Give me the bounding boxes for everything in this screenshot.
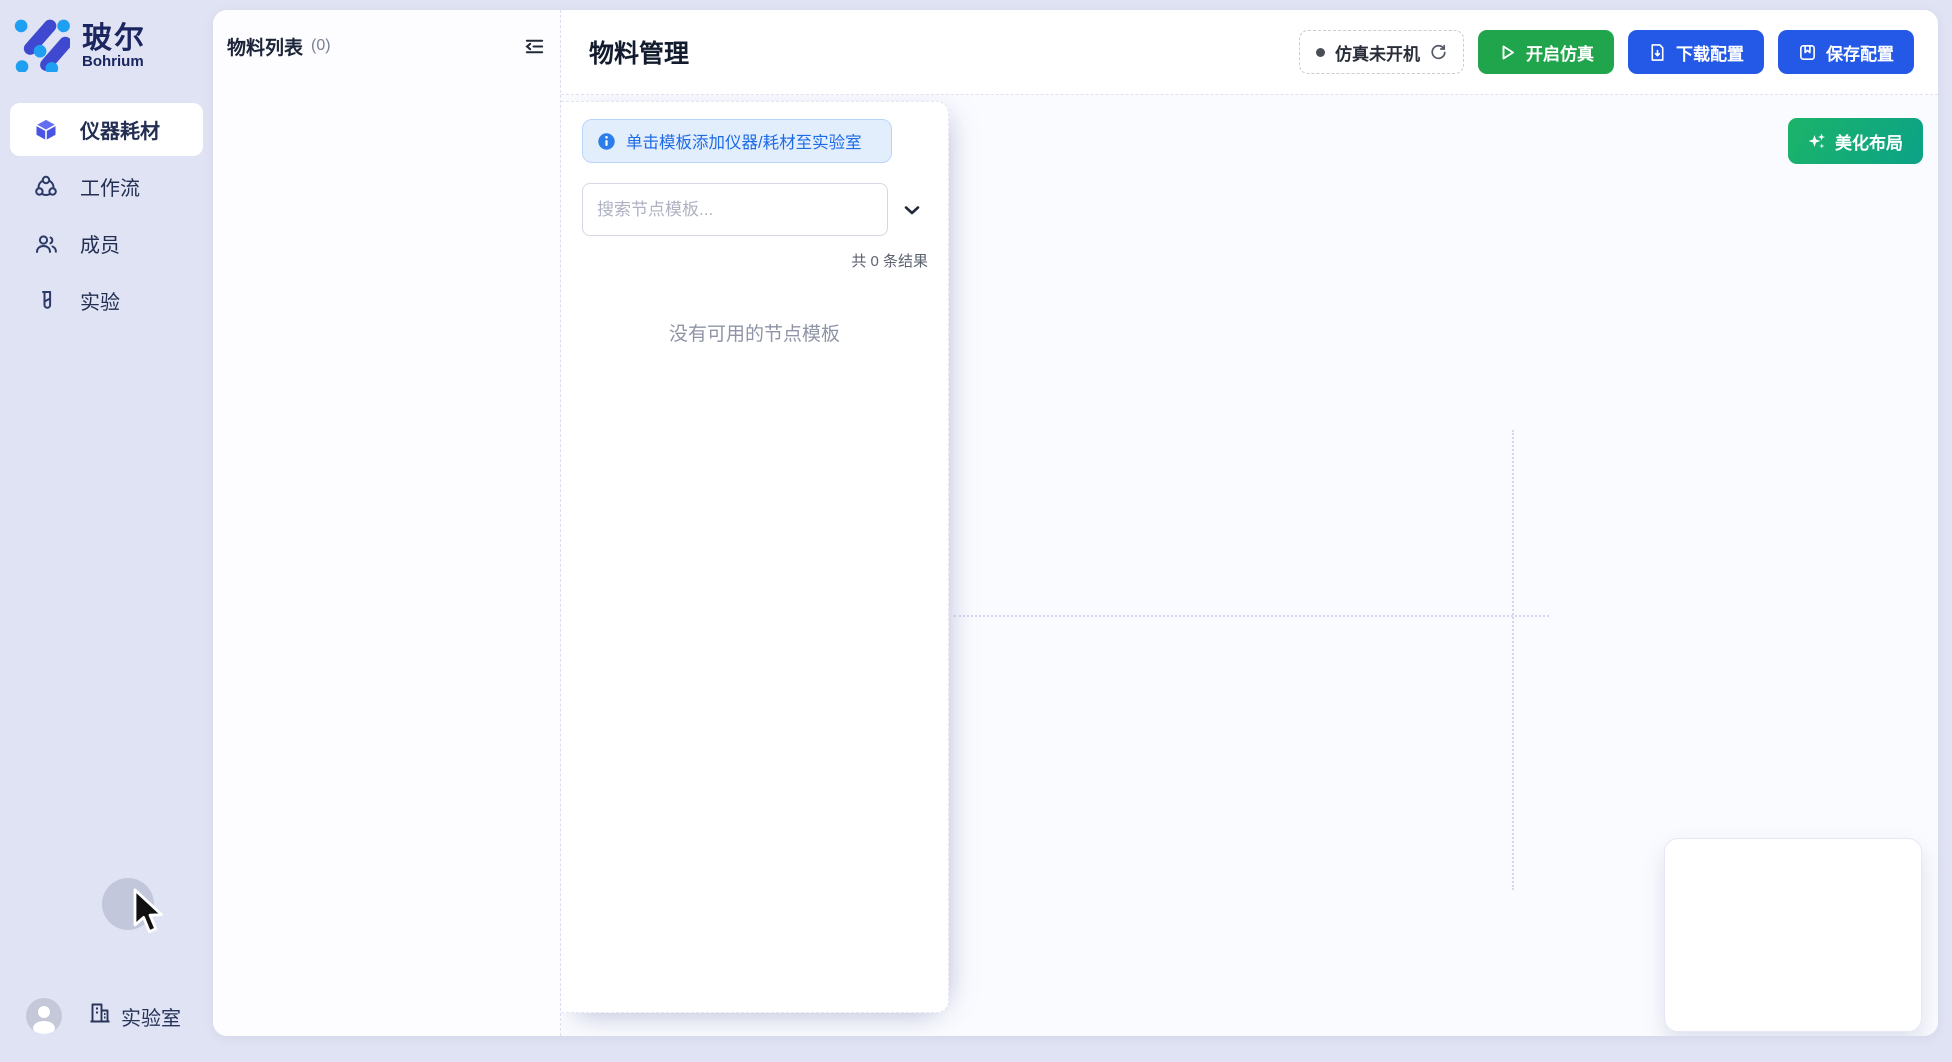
- template-hint-banner[interactable]: 单击模板添加仪器/耗材至实验室: [582, 119, 892, 163]
- material-list-title: 物料列表: [227, 33, 303, 60]
- mouse-cursor: [127, 888, 171, 943]
- sidebar-item-label: 仪器耗材: [80, 115, 160, 144]
- empty-templates-text: 没有可用的节点模板: [561, 319, 948, 346]
- status-dot-icon: [1316, 48, 1325, 57]
- template-hint-text: 单击模板添加仪器/耗材至实验室: [626, 129, 862, 153]
- brand-name-en: Bohrium: [82, 54, 146, 70]
- workflow-canvas[interactable]: 美化布局 单击模板添加仪器/耗材至实验室: [561, 95, 1938, 1036]
- sidebar-item-instruments[interactable]: 仪器耗材: [10, 103, 203, 156]
- canvas-gridline-vertical: [1512, 430, 1514, 890]
- collapse-panel-icon[interactable]: [523, 35, 546, 58]
- bohrium-logo-icon: [12, 16, 70, 77]
- sidebar-item-members[interactable]: 成员: [10, 217, 203, 270]
- sidebar-item-label: 实验: [80, 286, 120, 315]
- lab-entry[interactable]: 实验室: [88, 1001, 181, 1031]
- cube-icon: [34, 118, 58, 142]
- start-simulation-label: 开启仿真: [1526, 40, 1594, 65]
- page-title: 物料管理: [589, 34, 689, 70]
- workflow-icon: [34, 175, 58, 199]
- sidebar-item-workflow[interactable]: 工作流: [10, 160, 203, 213]
- results-count: 共 0 条结果: [561, 250, 928, 271]
- canvas-gridline-horizontal: [954, 615, 1549, 617]
- test-tube-icon: [34, 289, 58, 313]
- sidebar-item-experiments[interactable]: 实验: [10, 274, 203, 327]
- template-search-row: [582, 183, 948, 236]
- file-download-icon: [1648, 43, 1667, 62]
- node-template-panel: 单击模板添加仪器/耗材至实验室 共 0 条结果 没有可用的节点模板: [561, 101, 949, 1013]
- beautify-layout-label: 美化布局: [1835, 129, 1903, 154]
- template-search-input[interactable]: [582, 183, 888, 236]
- main-header: 物料管理 仿真未开机: [561, 10, 1938, 95]
- main-section: 物料管理 仿真未开机: [561, 10, 1938, 1036]
- sidebar-item-label: 工作流: [80, 172, 140, 201]
- save-config-label: 保存配置: [1826, 40, 1894, 65]
- brand-name-cn: 玻尔: [82, 23, 146, 55]
- material-list-header: 物料列表 (0): [213, 10, 560, 82]
- building-icon: [88, 1001, 112, 1031]
- save-icon: [1798, 43, 1817, 62]
- sidebar-item-label: 成员: [80, 229, 120, 258]
- sparkles-icon: [1808, 132, 1826, 150]
- header-actions: 仿真未开机 开启仿真: [1299, 30, 1914, 74]
- user-avatar[interactable]: [26, 998, 62, 1034]
- simulation-status-label: 仿真未开机: [1335, 40, 1420, 65]
- info-icon: [597, 132, 616, 151]
- beautify-layout-button[interactable]: 美化布局: [1788, 118, 1923, 164]
- sidebar-footer: 实验室: [0, 998, 213, 1034]
- users-icon: [34, 232, 58, 256]
- download-config-label: 下载配置: [1676, 40, 1744, 65]
- sidebar-nav: 仪器耗材 工作流 成员: [0, 103, 213, 327]
- brand-logo[interactable]: 玻尔 Bohrium: [0, 0, 213, 77]
- start-simulation-button[interactable]: 开启仿真: [1478, 30, 1614, 74]
- content-card: 物料列表 (0) 物料管理 仿真未开机: [213, 10, 1938, 1036]
- simulation-status-pill[interactable]: 仿真未开机: [1299, 30, 1464, 74]
- lab-entry-label: 实验室: [121, 1002, 181, 1031]
- refresh-icon[interactable]: [1430, 44, 1447, 61]
- brand-name: 玻尔 Bohrium: [82, 23, 146, 70]
- play-icon: [1498, 43, 1517, 62]
- material-list-panel: 物料列表 (0): [213, 10, 561, 1036]
- save-config-button[interactable]: 保存配置: [1778, 30, 1914, 74]
- download-config-button[interactable]: 下载配置: [1628, 30, 1764, 74]
- chevron-down-icon[interactable]: [902, 200, 922, 220]
- minimap-panel[interactable]: [1664, 838, 1922, 1032]
- material-list-count: (0): [311, 37, 331, 55]
